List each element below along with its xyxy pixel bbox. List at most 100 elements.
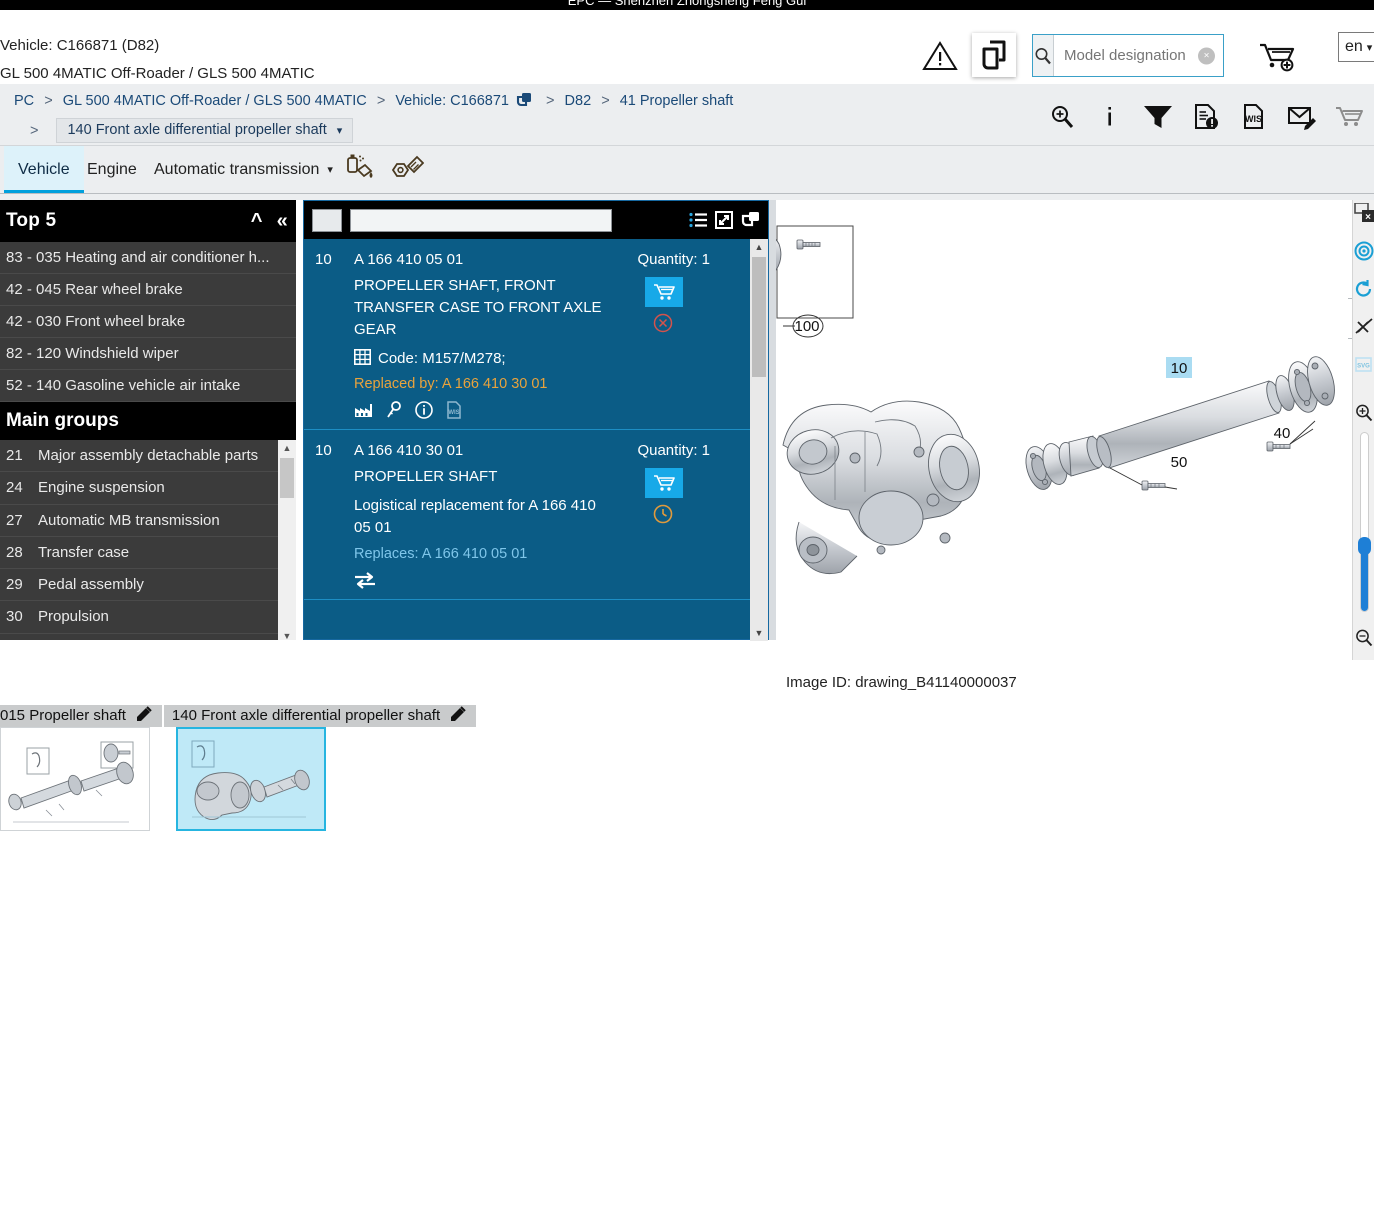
- main-group-item-30[interactable]: 30 Propulsion: [0, 601, 296, 634]
- double-chevron-left-icon[interactable]: «: [277, 210, 288, 233]
- orange-clock-icon[interactable]: [653, 504, 673, 524]
- table-grid-icon[interactable]: [354, 348, 371, 369]
- thumbnail-015-propeller-shaft[interactable]: [0, 727, 150, 831]
- tab-automatic-transmission[interactable]: Automatic transmission ▾: [140, 146, 347, 193]
- close-view-icon[interactable]: ×: [1353, 200, 1374, 226]
- hide-crosshair-icon[interactable]: [1353, 314, 1374, 340]
- exchange-arrows-icon[interactable]: [354, 571, 376, 589]
- scrollbar-thumb[interactable]: [752, 257, 766, 377]
- main-group-label: Engine suspension: [38, 479, 165, 497]
- parts-filter-text-input[interactable]: [350, 208, 612, 232]
- info-circle-icon[interactable]: [415, 400, 433, 419]
- callout-100: 100: [794, 318, 819, 335]
- drawing-viewer[interactable]: 100 10 40 50: [769, 200, 1348, 655]
- part-row[interactable]: 10 A 166 410 30 01 PROPELLER SHAFT Logis…: [304, 430, 768, 601]
- chevron-up-icon[interactable]: ^: [251, 210, 263, 233]
- tab-vehicle-label: Vehicle: [18, 160, 70, 178]
- thumbnail-140-front-axle-differential-propeller-shaft[interactable]: [176, 727, 326, 831]
- target-focus-icon[interactable]: [1353, 238, 1374, 264]
- red-cancel-icon[interactable]: [653, 313, 673, 333]
- mail-edit-icon[interactable]: [1278, 96, 1326, 138]
- breadcrumb-item-model[interactable]: GL 500 4MATIC Off-Roader / GLS 500 4MATI…: [63, 93, 367, 109]
- part-row[interactable]: 10 A 166 410 05 01 PROPELLER SHAFT, FRON…: [304, 239, 768, 430]
- part-number[interactable]: A 166 410 05 01: [354, 251, 608, 268]
- parts-filter-pos-input[interactable]: [312, 208, 342, 232]
- breadcrumb-item-vehicle[interactable]: Vehicle: C166871: [395, 93, 509, 109]
- breadcrumb-separator: >: [376, 93, 386, 109]
- tab-vehicle[interactable]: Vehicle: [4, 146, 84, 193]
- edit-icon[interactable]: [136, 705, 153, 726]
- add-part-to-cart-button[interactable]: [645, 467, 683, 498]
- top5-item-1[interactable]: 83 - 035 Heating and air conditioner h..…: [0, 242, 296, 274]
- cart-icon[interactable]: [1326, 96, 1374, 138]
- part-replaces[interactable]: Replaces: A 166 410 05 01: [354, 546, 608, 562]
- bolt-nut-icon[interactable]: [390, 154, 425, 191]
- part-replaced-by[interactable]: Replaced by: A 166 410 30 01: [354, 376, 608, 392]
- paint-spray-icon[interactable]: [344, 154, 378, 191]
- breadcrumb-item-pc[interactable]: PC: [14, 93, 34, 109]
- top5-item-5[interactable]: 52 - 140 Gasoline vehicle air intake: [0, 370, 296, 402]
- copy-documents-button[interactable]: [972, 33, 1016, 77]
- factory-icon[interactable]: [354, 402, 373, 418]
- parts-scrollbar[interactable]: ▲ ▼: [750, 239, 768, 641]
- breadcrumb-item-d82[interactable]: D82: [565, 93, 592, 109]
- duplicate-window-icon[interactable]: [741, 211, 760, 229]
- model-designation-search[interactable]: ×: [1032, 34, 1289, 77]
- top5-item-3[interactable]: 42 - 030 Front wheel brake: [0, 306, 296, 338]
- part-quantity: Quantity: 1: [637, 251, 710, 268]
- expand-icon[interactable]: [715, 211, 733, 229]
- breadcrumb-current-chip[interactable]: 140 Front axle differential propeller sh…: [56, 118, 354, 143]
- svg-export-icon[interactable]: SVG: [1353, 352, 1374, 378]
- breadcrumb-current-label: 140 Front axle differential propeller sh…: [67, 122, 327, 138]
- vehicle-id-label: Vehicle: C166871 (D82): [0, 37, 160, 54]
- search-icon[interactable]: [1033, 35, 1054, 76]
- warning-triangle-icon[interactable]: [922, 40, 958, 72]
- wis-document-icon[interactable]: WIS: [1230, 96, 1278, 138]
- zoom-in-icon[interactable]: [1353, 400, 1374, 426]
- main-group-item-27[interactable]: 27 Automatic MB transmission: [0, 505, 296, 537]
- zoom-slider[interactable]: [1358, 432, 1371, 612]
- zoom-out-icon[interactable]: [1353, 625, 1374, 651]
- document-alert-icon[interactable]: [1182, 96, 1230, 138]
- zoom-slider-knob[interactable]: [1358, 537, 1371, 555]
- callout-10: 10: [1171, 360, 1188, 377]
- wis-icon[interactable]: WIS: [446, 400, 462, 419]
- part-position: 10: [315, 441, 332, 459]
- model-search-input[interactable]: [1054, 35, 1289, 76]
- zoom-search-icon[interactable]: [1038, 96, 1086, 138]
- main-group-item-21[interactable]: 21 Major assembly detachable parts: [0, 440, 296, 473]
- main-groups-scrollbar[interactable]: ▲ ▼: [278, 440, 296, 640]
- add-part-to-cart-button[interactable]: [645, 277, 683, 307]
- top5-item-4[interactable]: 82 - 120 Windshield wiper: [0, 338, 296, 370]
- cart-icon: [654, 474, 675, 491]
- scroll-down-icon[interactable]: ▼: [278, 628, 296, 640]
- main-group-item-28[interactable]: 28 Transfer case: [0, 537, 296, 569]
- breadcrumb-item-group[interactable]: 41 Propeller shaft: [620, 93, 734, 109]
- top5-item-2[interactable]: 42 - 045 Rear wheel brake: [0, 274, 296, 306]
- info-icon[interactable]: [1086, 96, 1134, 138]
- scrollbar-thumb[interactable]: [280, 458, 294, 498]
- rotate-reset-icon[interactable]: [1353, 276, 1374, 302]
- clear-model-search-icon[interactable]: ×: [1198, 47, 1215, 64]
- part-number[interactable]: A 166 410 30 01: [354, 442, 608, 459]
- drawing-tab-140[interactable]: 140 Front axle differential propeller sh…: [163, 705, 477, 727]
- main-group-item-29[interactable]: 29 Pedal assembly: [0, 569, 296, 602]
- edit-icon[interactable]: [450, 705, 467, 726]
- language-selector[interactable]: en ▾: [1338, 32, 1374, 62]
- part-icon-row: [354, 571, 608, 589]
- filter-icon[interactable]: [1134, 96, 1182, 138]
- duplicate-icon[interactable]: [516, 92, 533, 112]
- drawing-tab-labels: 015 Propeller shaft 140 Front axle diffe…: [0, 705, 700, 727]
- drawing-tab-015[interactable]: 015 Propeller shaft: [0, 705, 162, 727]
- breadcrumb-separator: >: [30, 122, 39, 139]
- scroll-down-icon[interactable]: ▼: [750, 625, 768, 641]
- scroll-up-icon[interactable]: ▲: [750, 239, 768, 255]
- parts-panel-header: [304, 201, 768, 239]
- list-view-icon[interactable]: [689, 212, 707, 228]
- add-to-cart-icon[interactable]: [1258, 40, 1302, 74]
- key-icon[interactable]: [386, 400, 402, 419]
- part-quantity: Quantity: 1: [637, 441, 710, 459]
- top5-title: Top 5: [6, 210, 57, 231]
- main-group-item-24[interactable]: 24 Engine suspension: [0, 472, 296, 505]
- scroll-up-icon[interactable]: ▲: [278, 440, 296, 456]
